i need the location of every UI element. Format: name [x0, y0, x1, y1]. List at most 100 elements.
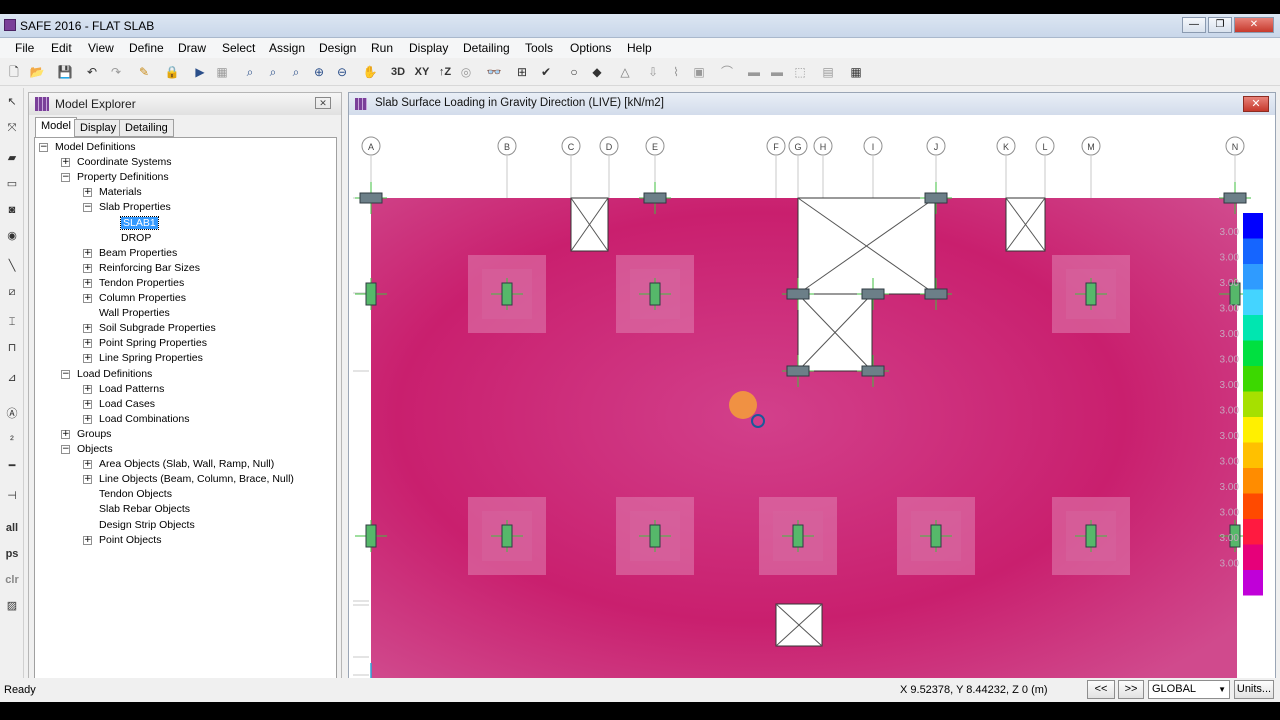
- lock-icon[interactable]: 🔒: [164, 64, 180, 80]
- pencil-icon[interactable]: ✎: [136, 64, 152, 80]
- close-view-button[interactable]: ✕: [1243, 96, 1269, 112]
- rubber-band-zoom-icon[interactable]: ⌕: [242, 64, 258, 80]
- zoom-in-icon[interactable]: ⊕: [311, 64, 327, 80]
- tree-node[interactable]: Coordinate Systems: [77, 155, 172, 170]
- tree-node[interactable]: Line Spring Properties: [99, 351, 203, 366]
- menu-design[interactable]: Design: [319, 41, 356, 55]
- menu-tools[interactable]: Tools: [525, 41, 553, 55]
- menu-detailing[interactable]: Detailing: [463, 41, 510, 55]
- pointer-icon[interactable]: ↖: [4, 94, 20, 110]
- close-explorer-button[interactable]: ✕: [315, 97, 331, 109]
- view-xy-button[interactable]: XY: [412, 64, 432, 80]
- new-file-icon[interactable]: 🗋: [6, 64, 22, 80]
- tree-toggle-icon[interactable]: +: [83, 399, 92, 409]
- show-reactions-icon[interactable]: ⇩: [645, 64, 661, 80]
- tab-detailing[interactable]: Detailing: [119, 119, 174, 137]
- menu-display[interactable]: Display: [409, 41, 448, 55]
- tree-toggle-icon[interactable]: +: [61, 158, 70, 168]
- draw-wall-icon[interactable]: ⊓: [4, 340, 20, 356]
- tree-toggle-icon[interactable]: +: [83, 263, 92, 273]
- tree-toggle-icon[interactable]: +: [83, 475, 92, 485]
- draw-point-icon[interactable]: ⤧: [4, 120, 20, 136]
- redo-icon[interactable]: ↷: [108, 64, 124, 80]
- previous-story-button[interactable]: <<: [1087, 680, 1115, 699]
- tree-toggle-icon[interactable]: +: [83, 278, 92, 288]
- tree-toggle-icon[interactable]: +: [83, 294, 92, 303]
- draw-column-icon[interactable]: ⌶: [4, 314, 20, 330]
- tree-node[interactable]: Point Objects: [99, 533, 161, 548]
- tree-toggle-icon[interactable]: +: [83, 535, 92, 545]
- run-analysis-icon[interactable]: ▶: [192, 64, 208, 80]
- tree-node[interactable]: Slab Rebar Objects: [99, 502, 190, 517]
- tree-toggle-icon[interactable]: +: [61, 429, 70, 439]
- tree-node[interactable]: SLAB1: [120, 215, 159, 231]
- view-elevation-button[interactable]: ↑Z: [435, 64, 455, 80]
- tree-node[interactable]: Model Definitions: [55, 140, 136, 155]
- draw-circle-icon[interactable]: ◉: [4, 228, 20, 244]
- menu-help[interactable]: Help: [627, 41, 652, 55]
- tree-node[interactable]: Groups: [77, 427, 111, 442]
- beam-forces-icon[interactable]: ⌇: [668, 64, 684, 80]
- menu-view[interactable]: View: [88, 41, 114, 55]
- perspective-glasses-icon[interactable]: 👓: [486, 64, 502, 80]
- triangle-icon[interactable]: △: [617, 64, 633, 80]
- slab-load-plot[interactable]: A B C D E F G H I J K L M N 3.00 3.00 3.00 3.00 3.00 3.00 3…: [349, 115, 1275, 689]
- tab-display[interactable]: Display: [74, 119, 123, 137]
- tree-toggle-icon[interactable]: +: [83, 324, 92, 334]
- tab-model[interactable]: Model: [35, 117, 77, 138]
- tree-node[interactable]: DROP: [121, 231, 151, 246]
- save-icon[interactable]: 💾: [57, 64, 73, 80]
- tree-node[interactable]: Soil Subgrade Properties: [99, 321, 216, 336]
- intersecting-line-select-icon[interactable]: ▨: [4, 598, 20, 614]
- tree-node[interactable]: Objects: [77, 442, 113, 457]
- tree-node[interactable]: Materials: [99, 185, 142, 200]
- tree-toggle-icon[interactable]: +: [83, 248, 92, 258]
- tree-toggle-icon[interactable]: −: [83, 203, 92, 213]
- clear-selection-button[interactable]: clr: [4, 572, 20, 588]
- undo-icon[interactable]: ↶: [84, 64, 100, 80]
- tree-toggle-icon[interactable]: +: [83, 414, 92, 424]
- tree-toggle-icon[interactable]: +: [83, 354, 92, 364]
- menu-assign[interactable]: Assign: [269, 41, 305, 55]
- tree-node[interactable]: Tendon Properties: [99, 276, 184, 291]
- draw-dimension-icon[interactable]: Ⓐ: [4, 406, 20, 422]
- draw-slab-icon[interactable]: ◙: [4, 202, 20, 218]
- tree-toggle-icon[interactable]: +: [83, 384, 92, 394]
- tree-toggle-icon[interactable]: +: [83, 339, 92, 349]
- menu-edit[interactable]: Edit: [51, 41, 72, 55]
- tree-node[interactable]: Load Cases: [99, 397, 155, 412]
- open-folder-icon[interactable]: 📂: [29, 64, 45, 80]
- tree-toggle-icon[interactable]: −: [61, 173, 70, 183]
- tree-toggle-icon[interactable]: +: [83, 460, 92, 470]
- zoom-out-icon[interactable]: ⊖: [334, 64, 350, 80]
- maximize-button[interactable]: ❐: [1208, 17, 1232, 33]
- draw-rectangle-icon[interactable]: ▭: [4, 176, 20, 192]
- display-table-icon[interactable]: ▤: [820, 64, 836, 80]
- tree-toggle-icon[interactable]: −: [61, 369, 70, 379]
- tree-node[interactable]: Property Definitions: [77, 170, 169, 185]
- tree-node[interactable]: Load Combinations: [99, 412, 189, 427]
- coordinate-system-dropdown[interactable]: GLOBAL ▼: [1148, 680, 1230, 699]
- tree-node[interactable]: Beam Properties: [99, 246, 177, 261]
- unlock-model-icon[interactable]: ▦: [214, 64, 230, 80]
- tree-node[interactable]: Tendon Objects: [99, 487, 172, 502]
- show-tables-icon[interactable]: ▦: [848, 64, 864, 80]
- draw-level-icon[interactable]: ²: [4, 432, 20, 448]
- tree-node[interactable]: Reinforcing Bar Sizes: [99, 261, 200, 276]
- tree-node[interactable]: Line Objects (Beam, Column, Brace, Null): [99, 472, 294, 487]
- pan-hand-icon[interactable]: ✋: [362, 64, 378, 80]
- circle-object-icon[interactable]: ○: [566, 64, 582, 80]
- tree-toggle-icon[interactable]: −: [61, 445, 70, 454]
- close-window-button[interactable]: ✕: [1234, 17, 1274, 33]
- menu-define[interactable]: Define: [129, 41, 164, 55]
- menu-run[interactable]: Run: [371, 41, 393, 55]
- rotate-view-icon[interactable]: ◎: [458, 64, 474, 80]
- menu-file[interactable]: File: [15, 41, 34, 55]
- previous-zoom-icon[interactable]: ⌕: [288, 64, 304, 80]
- slab-forces-icon[interactable]: ▣: [691, 64, 707, 80]
- draw-reference-line-icon[interactable]: ━: [4, 458, 20, 474]
- tree-node[interactable]: Design Strip Objects: [99, 518, 195, 533]
- draw-section-icon[interactable]: ⊣: [4, 488, 20, 504]
- menu-draw[interactable]: Draw: [178, 41, 206, 55]
- draw-strip-icon[interactable]: ⊿: [4, 370, 20, 386]
